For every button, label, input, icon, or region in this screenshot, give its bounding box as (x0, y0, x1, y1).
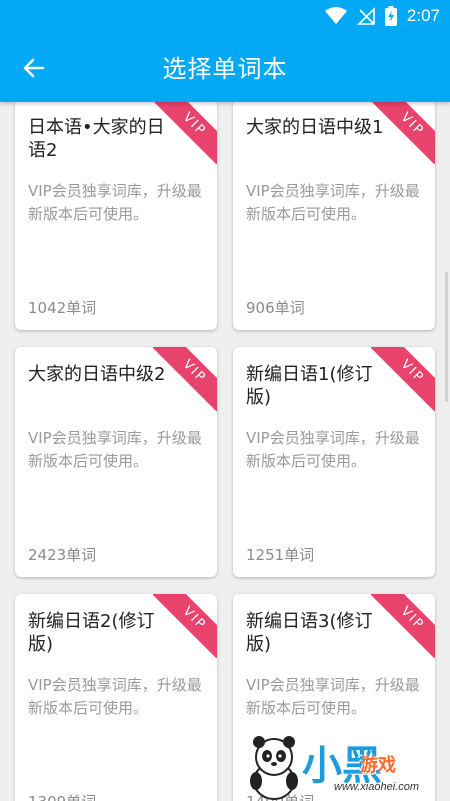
no-signal-icon (356, 7, 375, 25)
panda-mascot-icon (250, 736, 298, 800)
clock: 2:07 (406, 6, 440, 25)
wifi-icon (324, 7, 347, 24)
watermark-logo: 小黑 游戏 www.xiaohei.com (244, 731, 444, 801)
app-bar: 选择单词本 (0, 32, 450, 102)
word-count: 1042单词 (28, 299, 97, 317)
vip-badge-label: VIP (371, 347, 435, 411)
status-bar: 2:07 (0, 0, 450, 32)
word-count: 1251单词 (246, 546, 315, 564)
wordbook-description: VIP会员独享词库，升级最新版本后可使用。 (28, 182, 202, 223)
scrollbar[interactable] (445, 272, 448, 402)
vip-badge: VIP (371, 594, 435, 658)
wordbook-list[interactable]: 日本语•大家的日语2 VIP会员独享词库，升级最新版本后可使用。 1042单词 … (0, 102, 450, 801)
wordbook-description: VIP会员独享词库，升级最新版本后可使用。 (28, 429, 202, 470)
vip-badge-label: VIP (153, 102, 217, 164)
wordbook-description: VIP会员独享词库，升级最新版本后可使用。 (246, 429, 420, 470)
vip-badge-label: VIP (153, 347, 217, 411)
vip-badge: VIP (371, 102, 435, 164)
wordbook-card[interactable]: 大家的日语中级1 VIP会员独享词库，升级最新版本后可使用。 906单词 VIP (233, 102, 435, 330)
wordbook-card[interactable]: 大家的日语中级2 VIP会员独享词库，升级最新版本后可使用。 2423单词 VI… (15, 347, 217, 577)
wordbook-description: VIP会员独享词库，升级最新版本后可使用。 (28, 676, 202, 717)
vip-badge-label: VIP (153, 594, 217, 658)
wordbook-card[interactable]: 新编日语2(修订版) VIP会员独享词库，升级最新版本后可使用。 1309单词 … (15, 594, 217, 801)
word-count: 1309单词 (28, 791, 96, 801)
wordbook-card[interactable]: 新编日语1(修订版) VIP会员独享词库，升级最新版本后可使用。 1251单词 … (233, 347, 435, 577)
vip-badge-label: VIP (371, 594, 435, 658)
vip-badge: VIP (153, 347, 217, 411)
word-count: 2423单词 (28, 546, 97, 564)
vip-badge: VIP (153, 102, 217, 164)
page-title: 选择单词本 (162, 55, 288, 83)
wordbook-description: VIP会员独享词库，升级最新版本后可使用。 (246, 676, 420, 717)
battery-charging-icon (384, 6, 397, 26)
vip-badge: VIP (371, 347, 435, 411)
word-count: 906单词 (246, 299, 305, 317)
watermark-sub: 游戏 (360, 755, 396, 776)
vip-badge: VIP (153, 594, 217, 658)
wordbook-description: VIP会员独享词库，升级最新版本后可使用。 (246, 182, 420, 223)
wordbook-card[interactable]: 日本语•大家的日语2 VIP会员独享词库，升级最新版本后可使用。 1042单词 … (15, 102, 217, 330)
vip-badge-label: VIP (371, 102, 435, 164)
status-icons: 2:07 (324, 5, 440, 27)
watermark-url: www.xiaohei.com (334, 781, 419, 793)
